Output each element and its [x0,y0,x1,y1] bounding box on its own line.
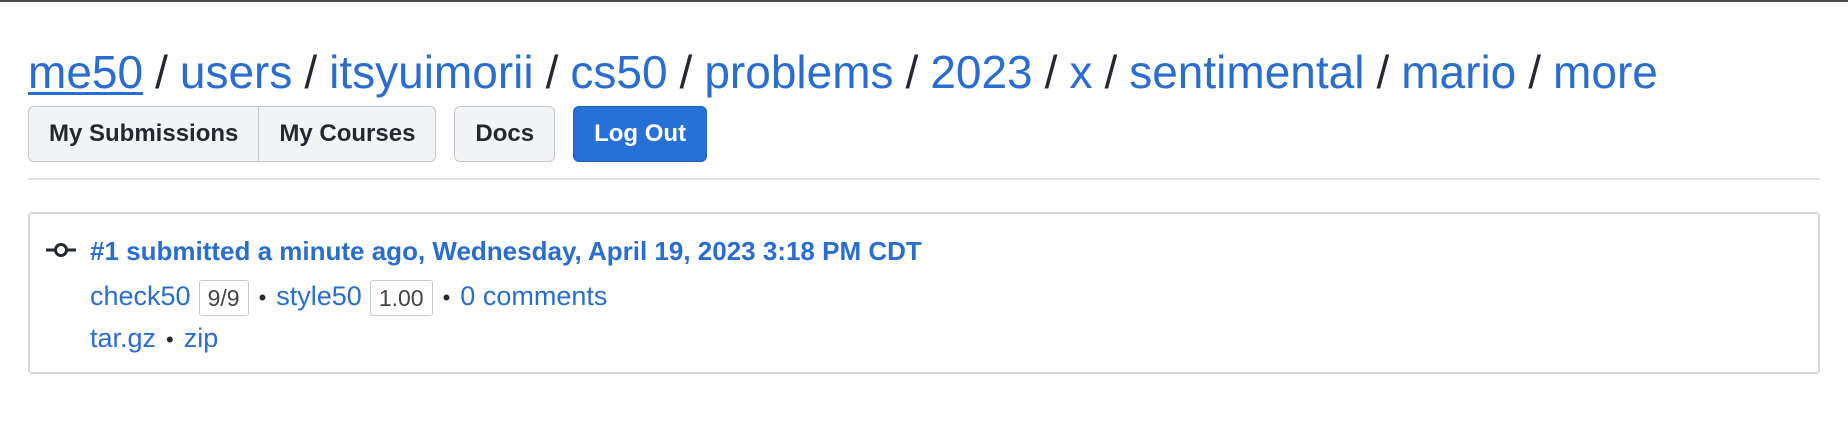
breadcrumb-separator: / [679,46,693,98]
breadcrumb-separator: / [1104,46,1118,98]
breadcrumb-separator: / [905,46,919,98]
breadcrumb-link-x[interactable]: x [1069,46,1092,98]
commit-icon [46,243,76,257]
breadcrumb-separator: / [1528,46,1542,98]
breadcrumb-link-year[interactable]: 2023 [930,46,1032,98]
check50-score-badge: 9/9 [198,279,249,316]
my-submissions-button[interactable]: My Submissions [28,106,260,162]
my-courses-button[interactable]: My Courses [258,106,437,162]
comments-link[interactable]: 0 comments [460,281,607,311]
check50-link[interactable]: check50 [90,281,191,311]
style50-score-badge: 1.00 [369,279,433,316]
breadcrumb-separator: / [1376,46,1390,98]
breadcrumb-link-sentimental[interactable]: sentimental [1129,46,1364,98]
breadcrumb-separator: / [545,46,559,98]
download-zip-link[interactable]: zip [184,323,219,353]
breadcrumb-link-mario[interactable]: mario [1401,46,1516,98]
bullet-separator: • [166,327,174,352]
breadcrumb: me50/users / itsyuimorii / cs50/problems/202… [28,42,1658,102]
breadcrumb-link-more[interactable]: more [1553,46,1658,98]
bullet-separator: • [442,285,451,310]
divider [28,178,1820,180]
nav-buttons: My Submissions My Courses Docs Log Out [28,106,708,162]
download-tar-gz-link[interactable]: tar.gz [90,323,156,353]
submission-checks: check50 9/9 • style50 1.00 • 0 comments [90,276,607,318]
breadcrumb-link-users[interactable]: users [180,46,292,98]
log-out-button[interactable]: Log Out [573,106,708,162]
bullet-separator: • [258,285,267,310]
style50-link[interactable]: style50 [276,281,362,311]
breadcrumb-link-user[interactable]: itsyuimorii [329,46,533,98]
submission-downloads: tar.gz • zip [90,318,218,360]
breadcrumb-separator: / [304,46,318,98]
submission-title-link[interactable]: #1 submitted a minute ago, Wednesday, Ap… [90,236,922,267]
breadcrumb-separator: / [1044,46,1058,98]
top-border [0,0,1848,2]
submission-card: #1 submitted a minute ago, Wednesday, Ap… [28,212,1820,374]
breadcrumb-link-course[interactable]: cs50 [570,46,667,98]
breadcrumb-separator: / [155,46,168,98]
docs-button[interactable]: Docs [454,106,556,162]
breadcrumb-link-problems[interactable]: problems [704,46,893,98]
breadcrumb-link-me50[interactable]: me50 [28,46,143,98]
